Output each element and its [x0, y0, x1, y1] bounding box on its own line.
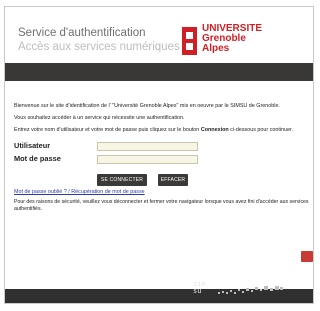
username-input[interactable]: [97, 142, 198, 151]
forgot-password-link[interactable]: Mot de passe oublié ? / Récupération de …: [14, 189, 145, 196]
simsu-logo-bottom: su: [193, 287, 202, 295]
page-frame: Service d'authentification Accès aux ser…: [4, 6, 314, 304]
logo-line3: Alpes: [202, 43, 230, 54]
logo-mark-icon: [182, 27, 197, 55]
instructions-suffix: ci-dessous pour continuer.: [228, 127, 294, 133]
top-bar: [5, 63, 313, 81]
password-label: Mot de passe: [14, 154, 61, 163]
side-red-button[interactable]: [301, 251, 313, 262]
service-note: Vous souhaitez accéder à un service qui …: [14, 115, 185, 121]
simsu-logo: sim su: [193, 281, 206, 295]
university-logo[interactable]: UNIVERSITE Grenoble Alpes: [182, 24, 274, 58]
decorative-dots-icon: [218, 286, 283, 294]
main-content: Bienvenue sur le site d'identification d…: [14, 103, 310, 229]
service-subtitle: Accès aux services numériques: [18, 41, 180, 53]
login-button[interactable]: SE CONNECTER: [97, 174, 147, 186]
instructions-prefix: Entrez votre nom d'utilisateur et votre …: [14, 127, 201, 133]
intro-text: Bienvenue sur le site d'identification d…: [14, 103, 280, 109]
password-input[interactable]: [97, 155, 198, 164]
security-note: Pour des raisons de sécurité, veuillez v…: [14, 199, 309, 212]
clear-button[interactable]: EFFACER: [158, 174, 188, 186]
username-label: Utilisateur: [14, 141, 51, 150]
logo-text: UNIVERSITE Grenoble Alpes: [202, 24, 262, 54]
instructions-bold: Connexion: [200, 127, 229, 133]
instructions-text: Entrez votre nom d'utilisateur et votre …: [14, 127, 310, 134]
service-title: Service d'authentification: [18, 27, 146, 39]
header: Service d'authentification Accès aux ser…: [5, 7, 313, 61]
